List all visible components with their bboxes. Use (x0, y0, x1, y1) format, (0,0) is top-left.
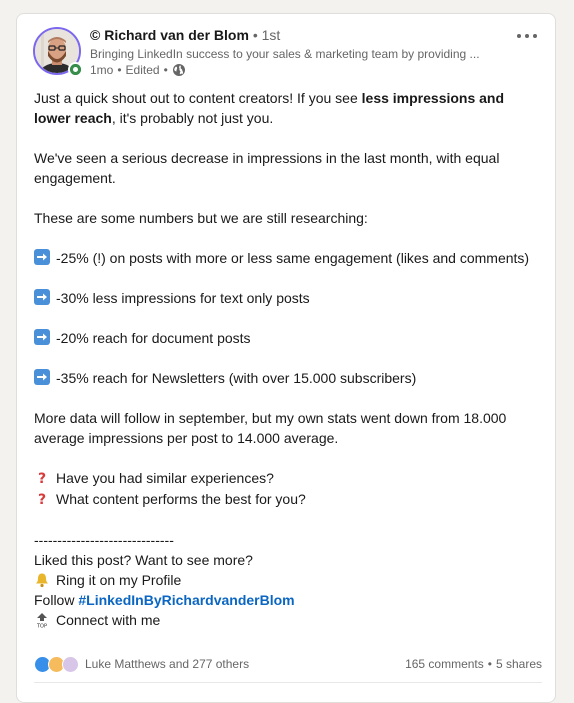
svg-text:TOP: TOP (36, 624, 47, 629)
engagement-counts: 165 comments • 5 shares (405, 657, 542, 671)
curious-reaction-icon (62, 655, 79, 673)
meta-separator: • (117, 63, 122, 77)
post-time[interactable]: 1mo (90, 63, 113, 77)
cta-text: Liked this post? Want to see more? (34, 552, 253, 568)
post-header: © Richard van der Blom • 1st Bringing Li… (17, 14, 555, 86)
online-status-icon (68, 62, 83, 77)
top-arrow-icon: TOP (34, 612, 50, 630)
author-headline[interactable]: Bringing LinkedIn success to your sales … (90, 47, 510, 61)
question-item: ? Have you had similar experiences? (34, 468, 542, 489)
right-arrow-emoji-icon (34, 249, 50, 265)
more-options-button[interactable] (513, 26, 541, 46)
question-item: ? What content performs the best for you? (34, 489, 542, 510)
bullet-text: -25% (!) on posts with more or less same… (56, 250, 530, 266)
author-name[interactable]: © Richard van der Blom (90, 27, 249, 43)
bell-icon (34, 572, 50, 588)
hashtag-link[interactable]: #LinkedInByRichardvanderBlom (78, 592, 294, 608)
meta-separator-2: • (163, 63, 168, 77)
dashed-rule: ------------------------------ (34, 532, 174, 548)
intro-text-b: , it's probably not just you. (111, 110, 274, 126)
bullet-text: -20% reach for document posts (56, 330, 251, 346)
feed-post-card: © Richard van der Blom • 1st Bringing Li… (16, 13, 556, 703)
comments-count[interactable]: 165 comments (405, 657, 484, 671)
follow-prefix: Follow (34, 592, 79, 608)
bullet-text: -30% less impressions for text only post… (56, 290, 310, 306)
globe-icon (172, 63, 186, 77)
bullet-item: -30% less impressions for text only post… (34, 288, 542, 308)
counts-separator: • (487, 657, 492, 671)
paragraph-more-data: More data will follow in september, but … (34, 410, 507, 446)
red-question-mark-icon: ? (37, 471, 47, 487)
right-arrow-emoji-icon (34, 369, 50, 385)
three-dots-icon (517, 34, 537, 38)
social-counts-bar: Luke Matthews and 277 others 165 comment… (34, 654, 542, 674)
follow-line: Follow #LinkedInByRichardvanderBlom (34, 590, 542, 610)
red-question-mark-icon: ? (37, 492, 47, 508)
name-separator: • (252, 27, 258, 43)
paragraph-intro: Just a quick shout out to content creato… (34, 88, 542, 128)
ring-line: Ring it on my Profile (34, 570, 542, 590)
right-arrow-emoji-icon (34, 289, 50, 305)
intro-text-a: Just a quick shout out to content creato… (34, 90, 362, 106)
connect-text: Connect with me (56, 612, 161, 628)
reaction-icons (34, 655, 79, 673)
right-arrow-emoji-icon (34, 329, 50, 345)
bullet-item: -35% reach for Newsletters (with over 15… (34, 368, 542, 388)
shares-count[interactable]: 5 shares (496, 657, 542, 671)
question-text: What content performs the best for you? (56, 491, 306, 507)
bullet-item: -25% (!) on posts with more or less same… (34, 248, 542, 268)
post-meta: 1mo • Edited • (90, 63, 186, 77)
edited-label: Edited (125, 63, 160, 77)
bullet-text: -35% reach for Newsletters (with over 15… (56, 370, 417, 386)
bullet-item: -20% reach for document posts (34, 328, 542, 348)
post-body: Just a quick shout out to content creato… (34, 88, 542, 630)
author-name-line: © Richard van der Blom • 1st (90, 27, 280, 43)
author-avatar[interactable] (33, 27, 83, 77)
reactors-text[interactable]: Luke Matthews and 277 others (85, 657, 249, 671)
connection-degree: 1st (261, 27, 281, 43)
connect-line: TOP Connect with me (34, 610, 542, 630)
paragraph-numbers-intro: These are some numbers but we are still … (34, 210, 368, 226)
reactions-summary[interactable]: Luke Matthews and 277 others (34, 655, 249, 673)
paragraph-decrease: We've seen a serious decrease in impress… (34, 150, 500, 186)
ring-text: Ring it on my Profile (56, 572, 182, 588)
question-text: Have you had similar experiences? (56, 470, 274, 486)
